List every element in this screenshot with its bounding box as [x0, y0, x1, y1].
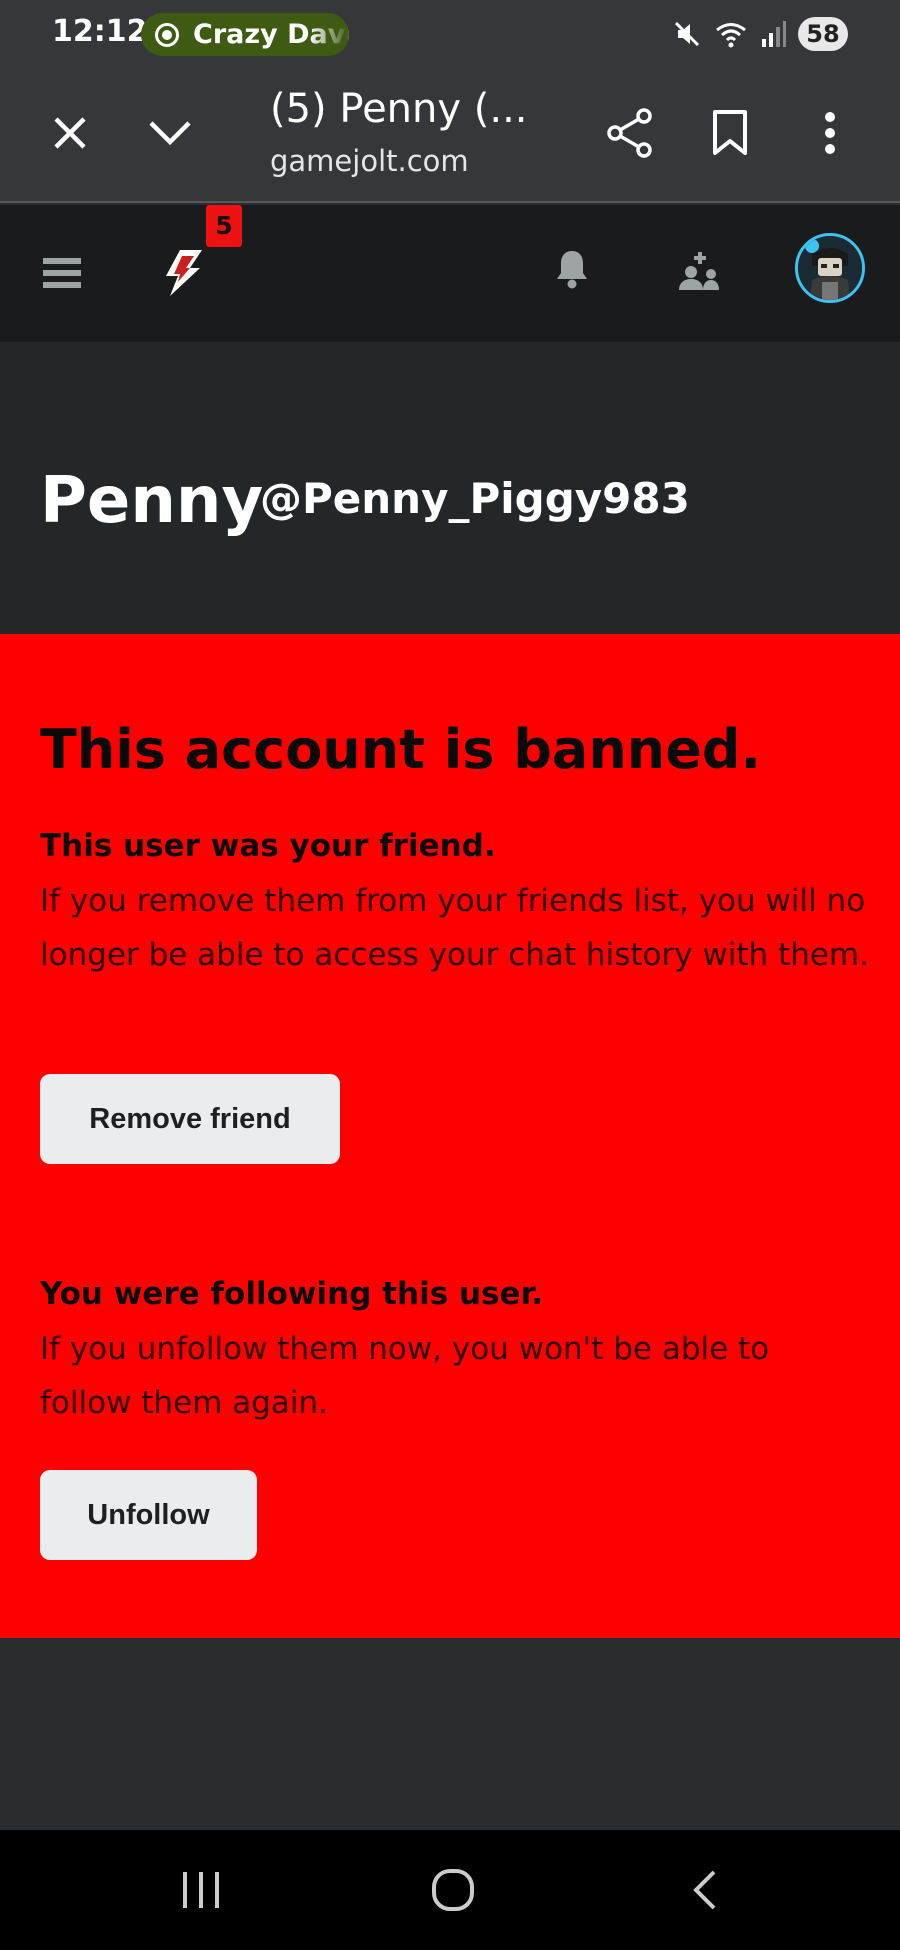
status-time: 12:12 — [52, 14, 148, 49]
gamejolt-logo-icon — [166, 250, 202, 296]
bell-icon — [557, 251, 587, 289]
site-header: 5 — [0, 205, 900, 342]
follow-status-text: If you unfollow them now, you won't be a… — [40, 1331, 770, 1421]
media-pill[interactable]: Crazy Dave — [141, 13, 349, 56]
home-icon — [432, 1869, 474, 1911]
close-icon — [54, 117, 86, 149]
remove-friend-button[interactable]: Remove friend — [40, 1074, 340, 1164]
status-bar: 12:12 Crazy Dave 58 — [0, 0, 900, 68]
unfollow-button[interactable]: Unfollow — [40, 1470, 257, 1560]
close-tab-button[interactable] — [35, 98, 105, 168]
chevron-down-icon — [149, 121, 191, 146]
bookmark-icon — [713, 110, 747, 155]
notifications-button[interactable] — [540, 237, 604, 301]
bookmark-button[interactable] — [695, 98, 765, 168]
profile-username[interactable]: @Penny_Piggy983 — [260, 474, 690, 523]
gamejolt-home-button[interactable] — [150, 241, 214, 305]
browser-toolbar: (5) Penny (... gamejolt.com — [0, 68, 900, 203]
page-domain[interactable]: gamejolt.com — [270, 144, 469, 178]
system-nav-bar — [0, 1830, 900, 1950]
menu-button[interactable] — [30, 241, 94, 305]
status-icons: 58 — [672, 14, 848, 54]
user-avatar-image — [798, 236, 862, 300]
menu-icon — [43, 258, 81, 288]
wifi-icon — [716, 23, 746, 48]
friend-status-text: If you remove them from your friends lis… — [40, 883, 869, 973]
media-icon — [155, 23, 179, 47]
back-icon — [693, 1870, 716, 1910]
page-title[interactable]: (5) Penny (... — [270, 86, 528, 132]
share-icon — [607, 108, 652, 158]
more-vertical-icon — [825, 112, 835, 154]
friend-requests-button[interactable] — [666, 239, 730, 303]
home-button[interactable] — [418, 1860, 488, 1920]
mute-icon — [674, 21, 700, 47]
ban-notice-panel: This account is banned. This user was yo… — [0, 634, 900, 1638]
signal-icon — [762, 21, 786, 47]
profile-display-name: Penny — [40, 464, 264, 538]
follow-status-heading: You were following this user. — [40, 1276, 544, 1312]
minimize-button[interactable] — [135, 98, 205, 168]
friends-icon — [679, 252, 719, 290]
recents-button[interactable] — [166, 1860, 236, 1920]
friend-status-heading: This user was your friend. — [40, 828, 496, 864]
recents-icon — [183, 1872, 219, 1908]
notification-count-badge: 5 — [206, 205, 242, 247]
back-button[interactable] — [670, 1860, 740, 1920]
avatar[interactable] — [795, 233, 865, 303]
more-options-button[interactable] — [795, 98, 865, 168]
ban-notice-title: This account is banned. — [40, 718, 762, 781]
profile-header: Penny @Penny_Piggy983 — [0, 342, 900, 634]
share-button[interactable] — [595, 98, 665, 168]
battery-indicator: 58 — [798, 17, 848, 51]
